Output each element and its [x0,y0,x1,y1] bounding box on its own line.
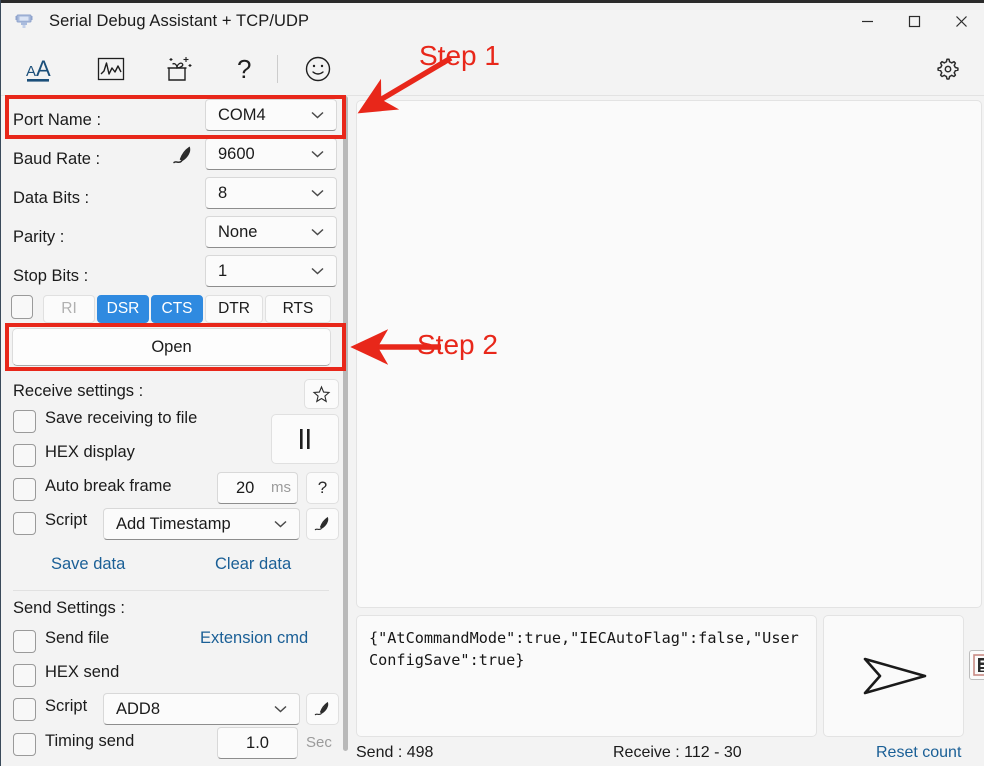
quill-pen-icon[interactable] [169,142,197,170]
signal-dsr[interactable]: DSR [97,295,149,323]
port-name-select[interactable]: COM4 [205,99,337,131]
port-name-label: Port Name : [13,110,102,129]
title-bar: Serial Debug Assistant + TCP/UDP [1,0,984,42]
scrollbar-thumb[interactable] [343,96,348,751]
section-divider [13,590,329,591]
toolbar: A A ? [1,42,984,96]
chevron-down-icon [274,520,287,528]
signal-dtr[interactable]: DTR [205,295,263,323]
extension-cmd-button[interactable]: Extension cmd [200,629,308,648]
port-name-value: COM4 [218,105,266,124]
smiley-face-icon[interactable] [295,47,341,91]
star-icon[interactable] [304,379,339,409]
send-file-checkbox[interactable] [13,630,36,653]
signal-ri[interactable]: RI [43,295,95,323]
data-bits-value: 8 [218,183,228,202]
send-script-checkbox[interactable] [13,698,36,721]
pause-icon[interactable] [271,414,339,464]
parity-select[interactable]: None [205,216,337,248]
send-script-label: Script [45,697,88,715]
hex-display-checkbox[interactable] [13,444,36,467]
baud-rate-value: 9600 [218,144,255,163]
svg-text:A: A [36,56,51,81]
receive-script-checkbox[interactable] [13,512,36,535]
window-top-accent [1,0,984,3]
hex-display-label: HEX display [45,443,135,461]
open-port-button[interactable]: Open [12,328,331,366]
help-question-icon[interactable]: ? [221,47,267,91]
receive-display-area[interactable] [356,100,982,608]
close-button[interactable] [938,0,984,42]
waveform-chart-icon[interactable] [88,47,134,91]
save-data-button[interactable]: Save data [51,555,125,574]
save-receiving-to-file-label: Save receiving to file [45,409,198,427]
settings-panel-scrollbar[interactable] [342,96,350,766]
data-bits-label: Data Bits : [13,188,90,207]
minimize-button[interactable] [844,0,891,42]
gear-icon[interactable] [925,47,969,91]
svg-text:A: A [26,63,36,80]
signal-rts[interactable]: RTS [265,295,331,323]
send-script-select[interactable]: ADD8 [103,693,300,725]
font-size-icon[interactable]: A A [19,47,65,91]
maximize-button[interactable] [891,0,938,42]
send-file-label: Send file [45,629,110,647]
gift-box-icon[interactable] [155,47,201,91]
hex-send-label: HEX send [45,663,120,681]
stop-bits-label: Stop Bits : [13,266,89,285]
window-controls [844,0,984,42]
serial-device-icon [13,10,35,32]
data-bits-select[interactable]: 8 [205,177,337,209]
auto-break-frame-value: 20 [236,478,255,497]
send-count-status: Send : 498 [356,744,434,761]
hex-send-checkbox[interactable] [13,664,36,687]
receive-count-status: Receive : 112 - 30 [613,744,742,761]
send-input-area[interactable]: {"AtCommandMode":true,"IECAutoFlag":fals… [356,615,817,737]
chevron-down-icon [311,228,324,236]
auto-break-frame-help-icon[interactable]: ? [306,472,339,504]
help-glyph: ? [317,478,328,497]
toolbar-separator [277,55,278,83]
reset-count-button[interactable]: Reset count [876,744,961,762]
receive-script-edit-quill-pen-icon[interactable] [306,508,339,540]
parity-label: Parity : [13,227,65,246]
status-bar: Send : 498 Receive : 112 - 30 Reset coun… [1,741,984,766]
chevron-down-icon [311,111,324,119]
receive-script-label: Script [45,511,88,529]
signal-cts[interactable]: CTS [151,295,203,323]
baud-rate-select[interactable]: 9600 [205,138,337,170]
send-script-edit-quill-pen-icon[interactable] [306,693,339,725]
svg-text:?: ? [237,54,251,84]
settings-panel: Port Name : COM4 Baud Rate : 9600 Data B… [1,96,341,766]
chevron-down-icon [311,189,324,197]
receive-script-select[interactable]: Add Timestamp [103,508,300,540]
receive-script-value: Add Timestamp [116,514,231,533]
application-window: Serial Debug Assistant + TCP/UDP A A ? P… [0,0,984,766]
clear-data-button[interactable]: Clear data [215,555,291,574]
baud-rate-label: Baud Rate : [13,149,101,168]
send-button[interactable] [823,615,964,737]
send-script-value: ADD8 [116,699,161,718]
parity-value: None [218,222,258,241]
signal-master-checkbox[interactable] [11,295,33,319]
stop-bits-value: 1 [218,261,228,280]
auto-break-frame-checkbox[interactable] [13,478,36,501]
window-title: Serial Debug Assistant + TCP/UDP [49,11,310,30]
chinese-lang-icon[interactable] [969,650,984,680]
chevron-down-icon [311,267,324,275]
auto-break-frame-label: Auto break frame [45,477,172,495]
send-arrow-icon [863,657,926,695]
send-settings-title: Send Settings : [13,599,125,617]
receive-settings-title: Receive settings : [13,382,144,400]
chevron-down-icon [311,150,324,158]
chevron-down-icon [274,705,287,713]
auto-break-frame-unit: ms [271,479,291,496]
stop-bits-select[interactable]: 1 [205,255,337,287]
save-receiving-to-file-checkbox[interactable] [13,410,36,433]
